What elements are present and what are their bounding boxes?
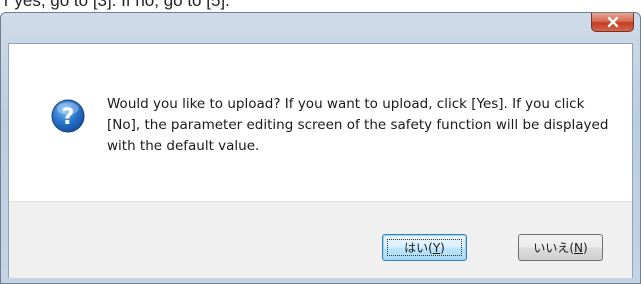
background-page-text: r yes, go to [3]. If no, go to [5]. xyxy=(4,0,230,10)
yes-button[interactable]: はい(Y) xyxy=(382,234,467,261)
no-button[interactable]: いいえ(N) xyxy=(518,234,603,261)
title-bar[interactable] xyxy=(1,13,640,43)
question-icon: ? xyxy=(51,99,85,133)
yes-button-label: はい(Y) xyxy=(404,241,445,255)
dialog-client-area: ? Would you like to upload? If you want … xyxy=(8,43,633,278)
button-bar: はい(Y) いいえ(N) xyxy=(9,201,632,278)
message-area: ? Would you like to upload? If you want … xyxy=(9,44,632,201)
svg-text:?: ? xyxy=(62,105,75,130)
dialog-message: Would you like to upload? If you want to… xyxy=(107,96,609,154)
dialog-window: ? Would you like to upload? If you want … xyxy=(0,12,641,284)
no-button-label: いいえ(N) xyxy=(533,241,588,255)
close-button[interactable] xyxy=(591,13,634,32)
close-icon xyxy=(592,13,633,31)
